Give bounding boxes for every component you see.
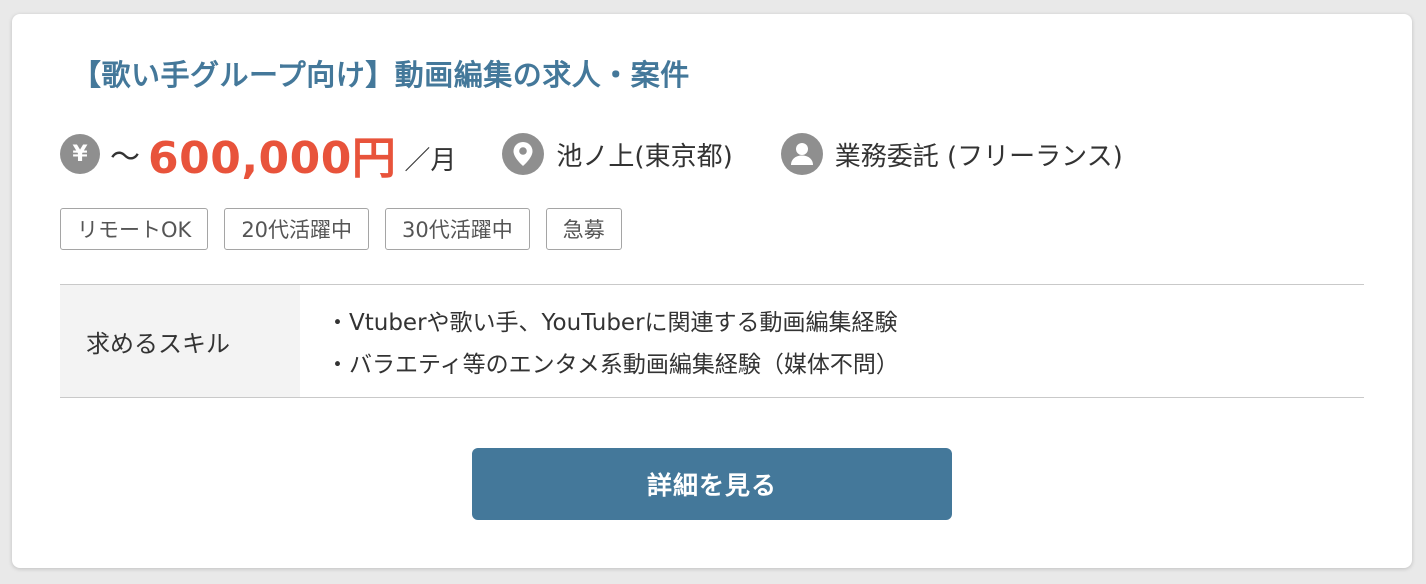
- location-text: 池ノ上(東京都): [556, 141, 733, 172]
- required-skills-label: 求めるスキル: [60, 285, 300, 397]
- person-icon: [780, 133, 823, 175]
- salary-unit: ／月: [404, 145, 457, 176]
- location-pin-icon: [502, 133, 545, 175]
- employment-type-text: 業務委託 (フリーランス): [834, 141, 1123, 172]
- salary-prefix: ～: [110, 140, 140, 175]
- tag-urgent: 急募: [545, 208, 622, 250]
- skill-item: ・Vtuberや歌い手、YouTuberに関連する動画編集経験: [326, 310, 898, 336]
- tag-list: リモートOK 20代活躍中 30代活躍中 急募: [60, 208, 622, 250]
- tag-remote-ok: リモートOK: [60, 208, 209, 250]
- tag-30s-active: 30代活躍中: [385, 208, 530, 250]
- job-info-row: ¥ ～ 600,000円 ／月 池ノ上(東京都) 業務委託 (フリーランス): [60, 126, 1171, 184]
- job-card: 【歌い手グループ向け】動画編集の求人・案件 ¥ ～ 600,000円 ／月 池ノ…: [12, 14, 1412, 568]
- job-title[interactable]: 【歌い手グループ向け】動画編集の求人・案件: [72, 52, 690, 94]
- required-skills-list: ・Vtuberや歌い手、YouTuberに関連する動画編集経験 ・バラエティ等の…: [300, 285, 899, 397]
- skill-item: ・バラエティ等のエンタメ系動画編集経験（媒体不問）: [326, 352, 899, 378]
- tag-20s-active: 20代活躍中: [224, 208, 370, 250]
- view-details-button[interactable]: 詳細を見る: [472, 448, 952, 520]
- yen-icon: ¥: [60, 134, 100, 174]
- salary-amount: 600,000円: [148, 133, 397, 184]
- required-skills-table: 求めるスキル ・Vtuberや歌い手、YouTuberに関連する動画編集経験 ・…: [60, 284, 1364, 398]
